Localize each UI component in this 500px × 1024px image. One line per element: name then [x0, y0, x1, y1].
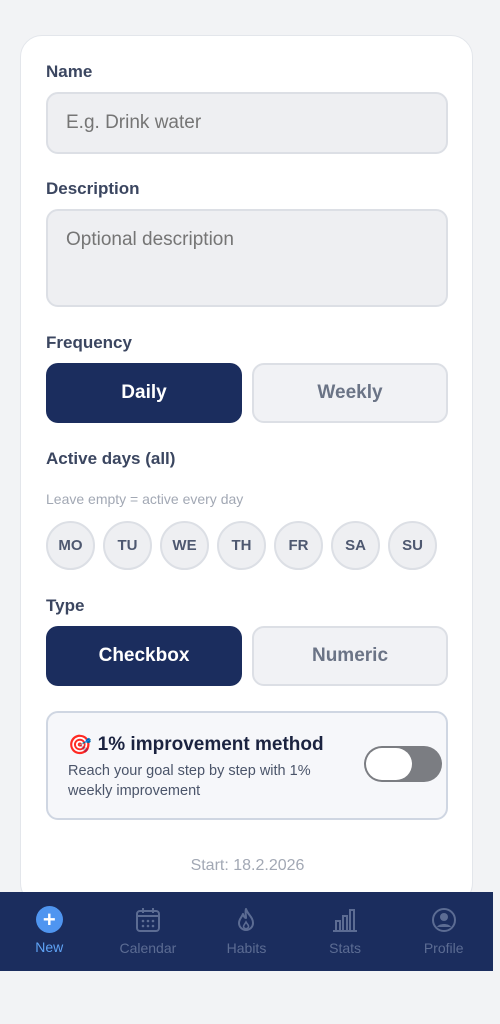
- nav-new[interactable]: + New: [0, 892, 99, 971]
- improvement-description: Reach your goal step by step with 1% wee…: [68, 763, 311, 799]
- frequency-daily-button[interactable]: Daily: [46, 363, 242, 423]
- day-we-button[interactable]: WE: [160, 521, 209, 570]
- improvement-title: 🎯 1% improvement method: [68, 733, 324, 757]
- nav-habits-label: Habits: [226, 940, 267, 956]
- nav-habits[interactable]: Habits: [197, 892, 296, 971]
- improvement-toggle[interactable]: [364, 746, 442, 782]
- day-mo-button[interactable]: MO: [46, 521, 95, 570]
- target-icon: 🎯: [68, 735, 92, 756]
- nav-profile[interactable]: Profile: [394, 892, 493, 971]
- type-label: Type: [46, 596, 85, 615]
- day-sa-button[interactable]: SA: [331, 521, 380, 570]
- day-fr-button[interactable]: FR: [274, 521, 323, 570]
- nav-new-label: New: [35, 939, 64, 955]
- flame-icon: [238, 908, 255, 931]
- type-checkbox-button[interactable]: Checkbox: [46, 626, 242, 686]
- type-numeric-button[interactable]: Numeric: [252, 626, 448, 686]
- day-selector: MO TU WE TH FR SA SU: [46, 521, 437, 570]
- bar-chart-icon: [333, 909, 358, 932]
- frequency-weekly-button[interactable]: Weekly: [252, 363, 448, 423]
- description-label: Description: [46, 179, 140, 198]
- active-days-hint: Leave empty = active every day: [46, 491, 244, 507]
- start-date: Start: 18.2.2026: [190, 857, 305, 874]
- improvement-title-text: 1% improvement method: [97, 734, 324, 755]
- nav-profile-label: Profile: [423, 940, 464, 956]
- day-th-button[interactable]: TH: [217, 521, 266, 570]
- day-su-button[interactable]: SU: [388, 521, 437, 570]
- nav-stats-label: Stats: [329, 940, 362, 956]
- user-icon: [431, 908, 456, 932]
- day-tu-button[interactable]: TU: [103, 521, 152, 570]
- bottom-nav: + New Calendar Habits Stats Profile: [0, 892, 493, 971]
- description-input[interactable]: [46, 209, 448, 307]
- active-days-label: Active days (all): [46, 449, 176, 468]
- nav-calendar-label: Calendar: [119, 940, 177, 956]
- calendar-icon: [135, 908, 160, 932]
- toggle-knob: [366, 748, 412, 780]
- frequency-label: Frequency: [46, 333, 132, 352]
- name-input[interactable]: [46, 92, 448, 154]
- nav-stats[interactable]: Stats: [296, 892, 395, 971]
- plus-circle-icon: +: [35, 906, 63, 933]
- improvement-method-panel: 🎯 1% improvement method Reach your goal …: [46, 711, 448, 820]
- habit-form-card: Name Description Frequency Daily Weekly …: [20, 35, 473, 905]
- name-label: Name: [46, 62, 93, 81]
- nav-calendar[interactable]: Calendar: [99, 892, 198, 971]
